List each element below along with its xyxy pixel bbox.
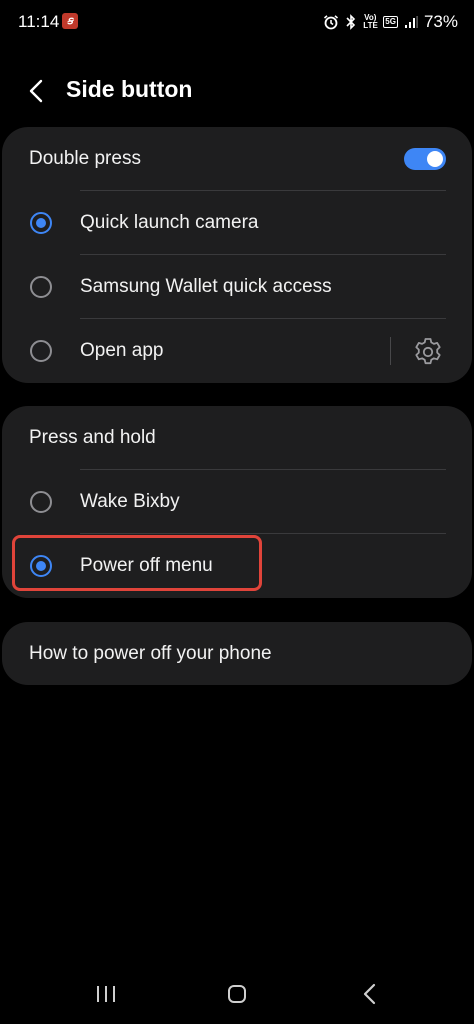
nav-back-icon[interactable] [360,983,380,1005]
double-press-card: Double press Quick launch camera Samsung… [2,127,472,383]
option-label: Open app [80,340,164,361]
app-header: Side button [0,62,474,118]
help-card[interactable]: How to power off your phone [2,622,472,685]
how-to-power-off-link[interactable]: How to power off your phone [2,622,472,685]
highlight-box [12,535,262,591]
radio-samsung-wallet[interactable] [30,276,52,298]
volte-icon: Vo) LTE [363,13,378,30]
option-label: Wake Bixby [80,491,180,512]
double-press-switch[interactable] [404,148,446,170]
double-press-toggle-row[interactable]: Double press [2,127,472,191]
status-icons: Vo) LTE 5G 73% [323,12,458,32]
option-label: Quick launch camera [80,212,259,233]
press-and-hold-label: Press and hold [29,427,156,448]
status-bar: 11:14 ꞩ Vo) LTE 5G 73% [0,0,474,46]
option-label: Samsung Wallet quick access [80,276,332,297]
press-and-hold-header: Press and hold [2,406,472,470]
battery-percent: 73% [423,12,458,31]
5g-icon: 5G [383,16,398,28]
gear-icon[interactable] [412,336,444,368]
bluetooth-icon [346,14,356,30]
radio-quick-launch-camera[interactable] [30,212,52,234]
radio-open-app[interactable] [30,340,52,362]
option-quick-launch-camera[interactable]: Quick launch camera [2,191,472,255]
option-wake-bixby[interactable]: Wake Bixby [2,470,472,534]
double-press-label: Double press [29,148,141,169]
alarm-icon [324,15,339,30]
help-label: How to power off your phone [29,642,272,664]
back-icon[interactable] [22,76,52,106]
option-samsung-wallet[interactable]: Samsung Wallet quick access [2,255,472,319]
notification-app-icon: ꞩ [62,13,78,29]
nav-home-icon[interactable] [227,984,247,1004]
nav-recents-icon[interactable] [95,985,117,1003]
option-open-app[interactable]: Open app [2,319,472,383]
radio-wake-bixby[interactable] [30,491,52,513]
vertical-separator [390,337,391,365]
page-title: Side button [66,76,193,102]
navigation-bar [0,965,474,1024]
status-time: 11:14 [18,12,60,31]
signal-icon [404,16,418,28]
